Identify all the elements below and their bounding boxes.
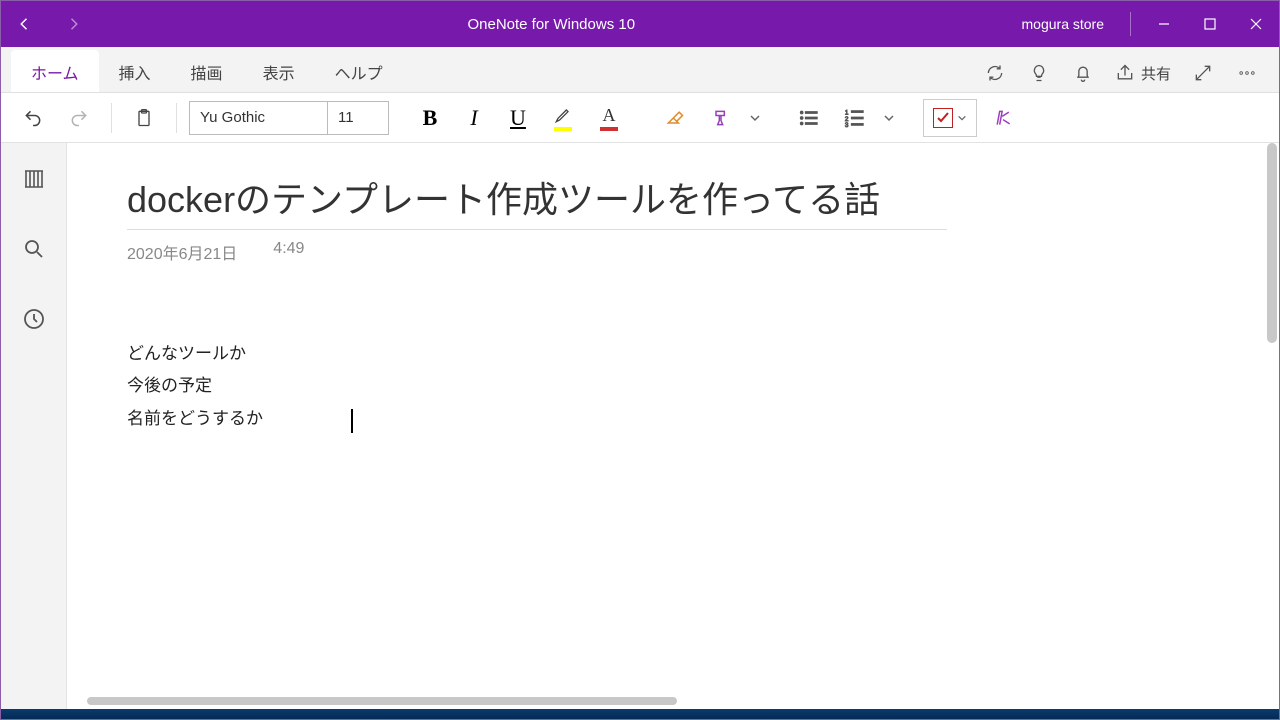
clear-formatting-button[interactable] — [655, 98, 695, 138]
body-line[interactable]: どんなツールか — [127, 338, 1219, 370]
minimize-button[interactable] — [1141, 1, 1187, 47]
title-bar: OneNote for Windows 10 mogura store — [1, 1, 1279, 47]
tab-help[interactable]: ヘルプ — [315, 50, 403, 92]
page-body[interactable]: どんなツールか 今後の予定 名前をどうするか — [127, 338, 1219, 435]
back-button[interactable] — [1, 1, 49, 47]
page-time: 4:49 — [273, 240, 304, 264]
divider — [1130, 12, 1131, 36]
page-date: 2020年6月21日 — [127, 240, 237, 264]
list-dropdown[interactable] — [881, 112, 897, 124]
italic-button[interactable]: I — [455, 98, 493, 138]
text-cursor — [351, 409, 353, 433]
highlight-button[interactable] — [543, 98, 583, 138]
page-canvas[interactable]: dockerのテンプレート作成ツールを作ってる話 2020年6月21日 4:49… — [67, 143, 1279, 709]
recent-icon[interactable] — [14, 299, 54, 339]
font-color-button[interactable]: A — [589, 98, 629, 138]
tab-view[interactable]: 表示 — [243, 50, 315, 92]
font-size-input[interactable] — [328, 102, 388, 134]
font-name-input[interactable] — [190, 102, 328, 134]
undo-button[interactable] — [13, 98, 53, 138]
tab-insert[interactable]: 挿入 — [99, 50, 171, 92]
vertical-scrollbar[interactable] — [1267, 143, 1277, 343]
page-title[interactable]: dockerのテンプレート作成ツールを作ってる話 — [127, 167, 947, 230]
body-line[interactable]: 名前をどうするか — [127, 403, 1219, 435]
tab-draw[interactable]: 描画 — [171, 50, 243, 92]
horizontal-scrollbar[interactable] — [87, 697, 677, 705]
account-name[interactable]: mogura store — [1006, 16, 1120, 32]
share-label: 共有 — [1141, 63, 1171, 84]
notebooks-icon[interactable] — [14, 159, 54, 199]
highlight-swatch — [554, 127, 572, 131]
app-title: OneNote for Windows 10 — [97, 16, 1006, 33]
forward-button[interactable] — [49, 1, 97, 47]
taskbar — [1, 709, 1279, 719]
maximize-button[interactable] — [1187, 1, 1233, 47]
search-icon[interactable] — [14, 229, 54, 269]
lightbulb-icon[interactable] — [1017, 54, 1061, 92]
underline-button[interactable]: U — [499, 98, 537, 138]
left-sidebar — [1, 143, 67, 709]
share-button[interactable]: 共有 — [1105, 54, 1181, 92]
checkbox-icon — [933, 108, 953, 128]
more-icon[interactable] — [1225, 54, 1269, 92]
todo-tag-button[interactable] — [923, 99, 977, 137]
tab-home[interactable]: ホーム — [11, 50, 99, 92]
format-painter-button[interactable] — [701, 98, 741, 138]
styles-button[interactable] — [983, 98, 1023, 138]
sync-icon[interactable] — [973, 54, 1017, 92]
ribbon-toolbar: B I U A 123 — [1, 93, 1279, 143]
svg-text:3: 3 — [845, 122, 849, 129]
app-window: OneNote for Windows 10 mogura store ホーム … — [0, 0, 1280, 720]
bullet-list-button[interactable] — [789, 98, 829, 138]
ribbon-tabs: ホーム 挿入 描画 表示 ヘルプ 共有 — [1, 47, 1279, 93]
page-meta: 2020年6月21日 4:49 — [127, 240, 1219, 264]
bold-button[interactable]: B — [411, 98, 449, 138]
fullscreen-icon[interactable] — [1181, 54, 1225, 92]
clipboard-button[interactable] — [124, 98, 164, 138]
close-button[interactable] — [1233, 1, 1279, 47]
font-color-swatch — [600, 127, 618, 131]
style-dropdown[interactable] — [747, 112, 763, 124]
font-selector — [189, 101, 389, 135]
body-line[interactable]: 今後の予定 — [127, 370, 1219, 402]
bell-icon[interactable] — [1061, 54, 1105, 92]
number-list-button[interactable]: 123 — [835, 98, 875, 138]
redo-button[interactable] — [59, 98, 99, 138]
main-area: dockerのテンプレート作成ツールを作ってる話 2020年6月21日 4:49… — [1, 143, 1279, 709]
